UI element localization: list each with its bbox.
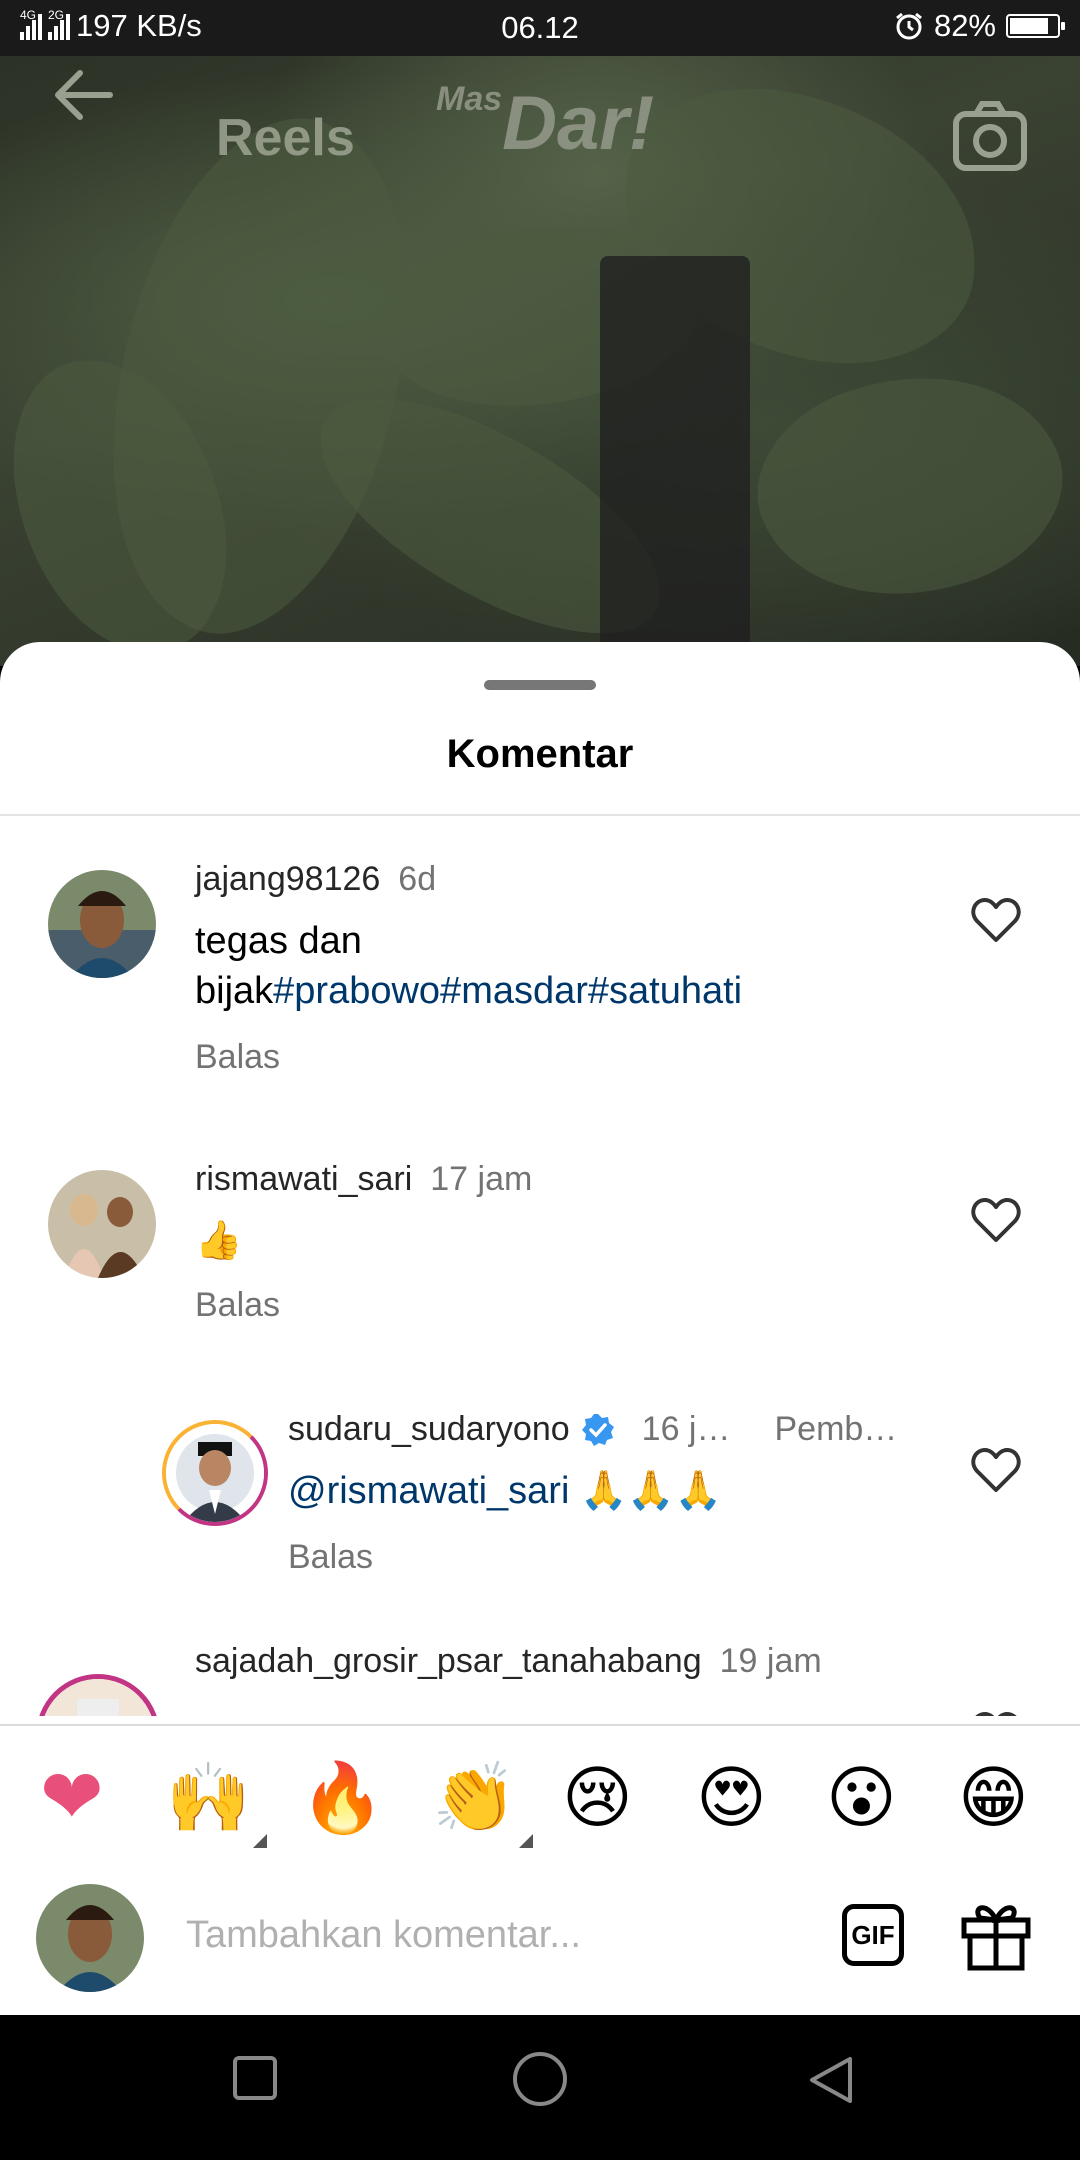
mention-link[interactable]: @rismawati_sari: [288, 1470, 569, 1512]
back-arrow-icon[interactable]: [48, 60, 118, 130]
comment-text: @rismawati_sari 🙏🙏🙏: [288, 1470, 722, 1512]
comment-username[interactable]: sajadah_grosir_psar_tanahabang: [195, 1642, 702, 1680]
comment-time: 19 jam: [719, 1642, 822, 1680]
like-heart-icon[interactable]: [970, 1196, 1022, 1244]
avatar[interactable]: [48, 870, 156, 978]
comment-text: tegas dan bijak#prabowo#masdar#satuhati: [195, 920, 743, 1012]
comment-item: sajadah_grosir_psar_tanahabang 19 jam: [0, 1626, 1080, 1716]
reply-button[interactable]: Balas: [195, 1286, 280, 1325]
camera-icon[interactable]: [952, 98, 1028, 174]
like-heart-icon[interactable]: [970, 896, 1022, 944]
reaction-heart[interactable]: ❤: [40, 1758, 104, 1838]
hashtag-link[interactable]: #prabowo#masdar#satuhati: [273, 970, 742, 1012]
comment-item: rismawati_sari 17 jam 👍 Balas: [0, 1116, 1080, 1366]
reels-title: Reels: [216, 109, 355, 167]
back-button[interactable]: [806, 2055, 856, 2105]
recent-apps-button[interactable]: [232, 2055, 278, 2101]
system-nav-bar: [0, 2015, 1080, 2160]
comment-time: 16 j…: [641, 1410, 731, 1448]
gif-button[interactable]: GIF: [842, 1904, 904, 1966]
gift-icon[interactable]: [958, 1896, 1034, 1972]
comment-username[interactable]: sudaru_sudaryono: [288, 1410, 570, 1449]
comment-text: 👍: [195, 1220, 243, 1262]
reaction-clapping[interactable]: 👏: [432, 1758, 533, 1848]
comment-input-row: Tambahkan komentar... GIF: [0, 1864, 1080, 2014]
creator-badge: Pemb…: [774, 1410, 898, 1448]
verified-badge-icon: [581, 1413, 614, 1446]
comment-input[interactable]: Tambahkan komentar...: [186, 1914, 581, 1957]
avatar-story-ring[interactable]: [162, 1420, 268, 1526]
status-bar: 4G 2G 197 KB/s 06.12 82%: [0, 0, 1080, 56]
comments-sheet: Komentar jajang98126 6d tegas dan bijak#p…: [0, 642, 1080, 2015]
reaction-raising-hands[interactable]: 🙌: [166, 1758, 267, 1848]
sheet-title: Komentar: [446, 732, 634, 776]
own-avatar: [36, 1884, 144, 1992]
status-right: 82%: [894, 8, 1065, 44]
reply-button[interactable]: Balas: [195, 1038, 280, 1077]
reply-comment-item: sudaru_sudaryono 16 j… Pemb… @rismawati_…: [0, 1366, 1080, 1626]
comment-username[interactable]: rismawati_sari: [195, 1160, 412, 1198]
like-heart-icon[interactable]: [970, 1446, 1022, 1494]
sheet-drag-handle[interactable]: [484, 680, 596, 690]
comment-time: 17 jam: [430, 1160, 533, 1198]
comment-list[interactable]: jajang98126 6d tegas dan bijak#prabowo#ma…: [0, 816, 1080, 1716]
reply-button[interactable]: Balas: [288, 1538, 373, 1577]
reaction-surprised[interactable]: 😮: [826, 1758, 897, 1838]
avatar-story-ring[interactable]: [36, 1674, 160, 1716]
reaction-crying[interactable]: 😢: [562, 1758, 633, 1838]
watermark-logo: MasDar!: [436, 80, 655, 166]
home-button[interactable]: [512, 2051, 568, 2107]
avatar[interactable]: [48, 1170, 156, 1278]
reaction-fire[interactable]: 🔥: [300, 1758, 385, 1838]
comment-item: jajang98126 6d tegas dan bijak#prabowo#ma…: [0, 816, 1080, 1116]
comment-username[interactable]: jajang98126: [195, 860, 380, 898]
comment-time: 6d: [398, 860, 437, 898]
alarm-icon: [896, 12, 922, 40]
reaction-heart-eyes[interactable]: 😍: [696, 1758, 767, 1838]
battery-percent: 82%: [933, 8, 996, 43]
quick-reactions-bar: ❤ 🙌 🔥 👏 😢 😍 😮 😁: [0, 1724, 1080, 1866]
like-heart-icon[interactable]: [970, 1710, 1022, 1716]
reaction-grinning[interactable]: 😁: [958, 1758, 1029, 1838]
battery-icon: [1006, 14, 1065, 38]
